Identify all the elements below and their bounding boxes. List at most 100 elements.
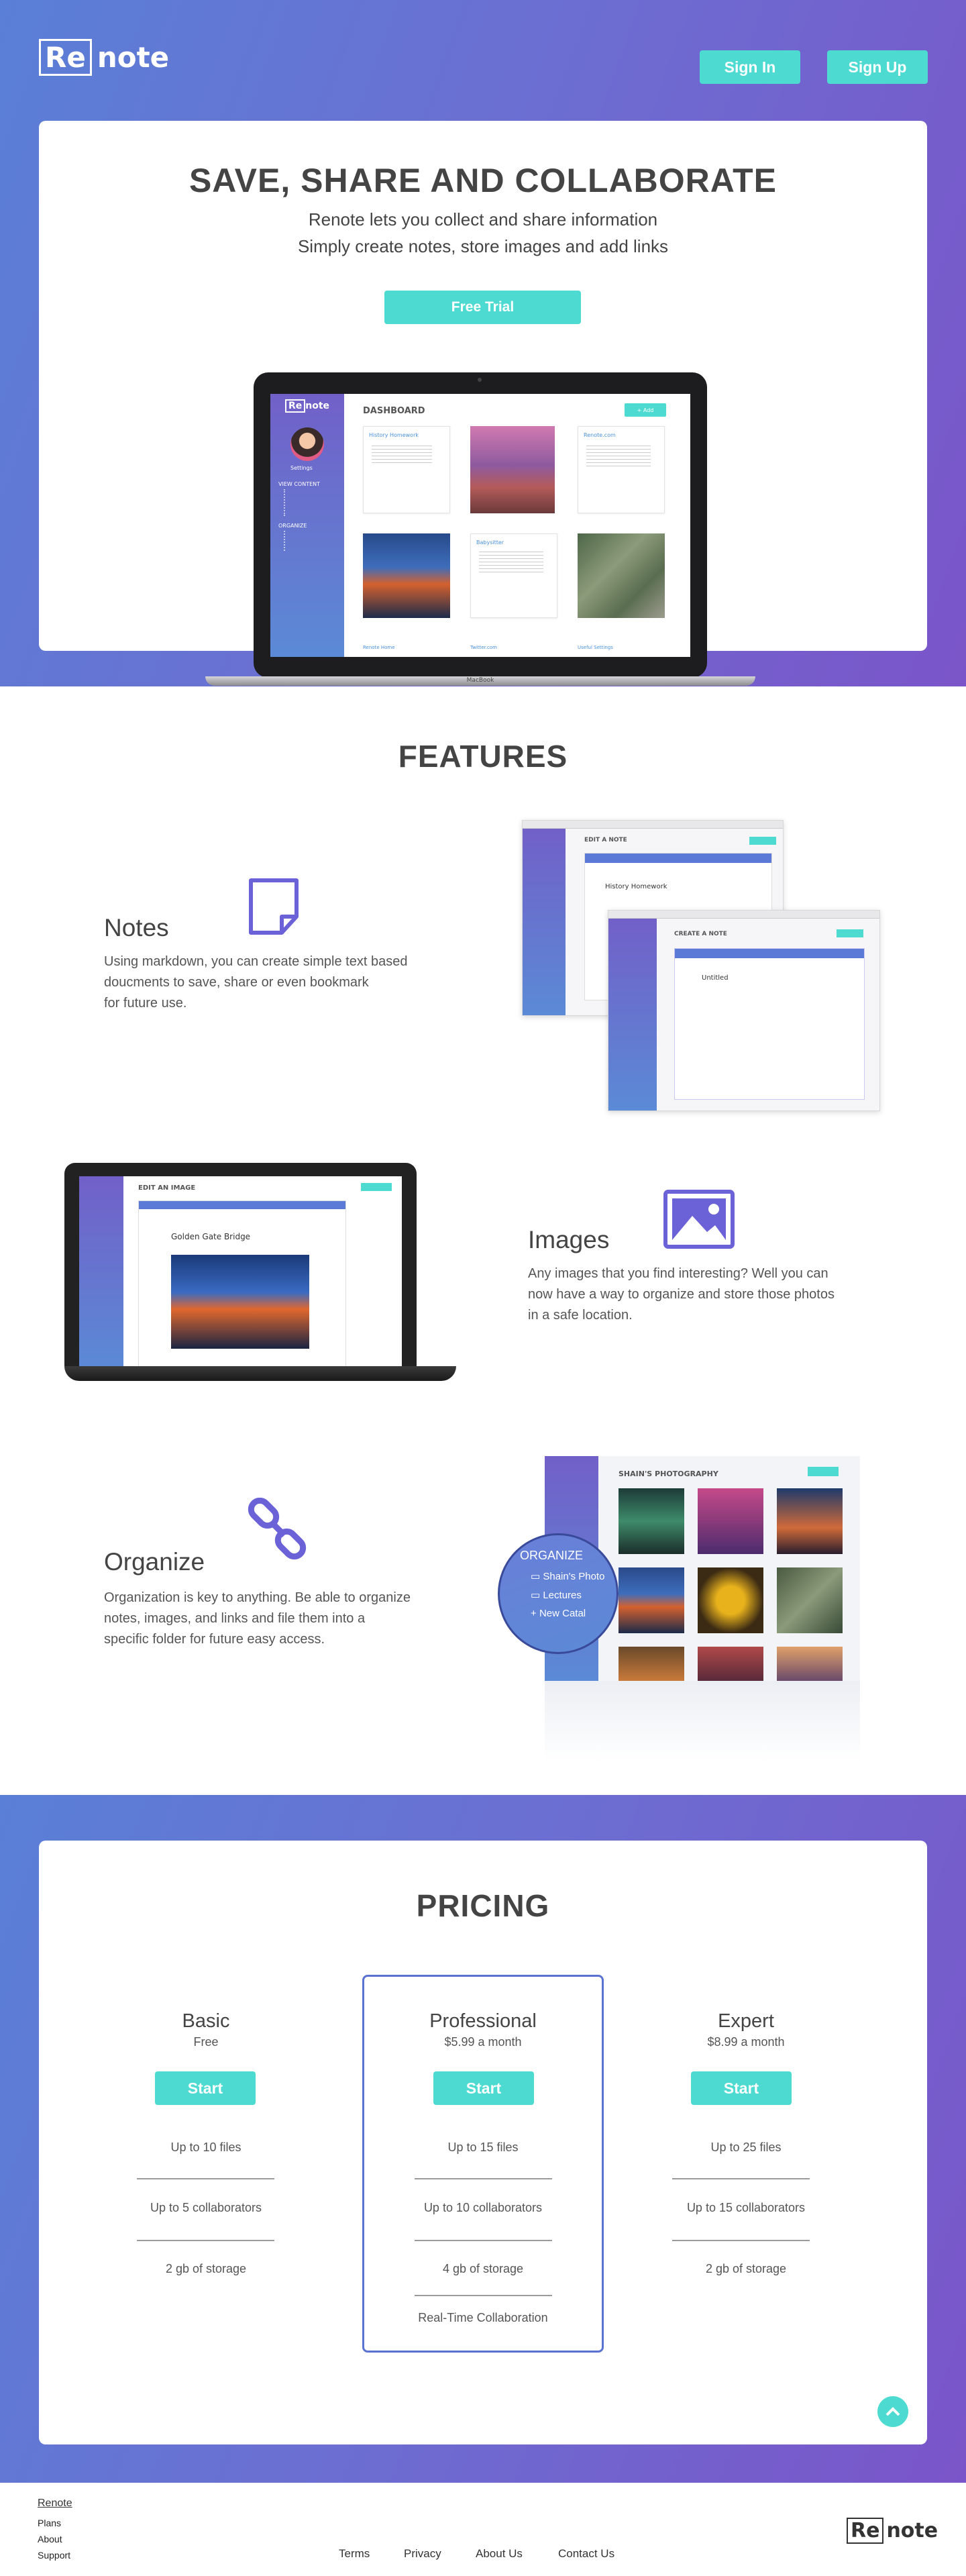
professional-start-button[interactable]: Start — [433, 2071, 534, 2105]
browser-bar — [608, 911, 879, 919]
footer-support[interactable]: Support — [38, 2550, 70, 2561]
images-text-2: now have a way to organize and store tho… — [528, 1287, 835, 1302]
zoom-item-lectures[interactable]: ▭ Lectures — [531, 1589, 582, 1601]
edit-image-screen: EDIT AN IMAGE Golden Gate Bridge — [79, 1176, 402, 1370]
expert-plan-price: $8.99 a month — [707, 2035, 785, 2049]
images-text-1: Any images that you find interesting? We… — [528, 1266, 828, 1281]
create-note-title: CREATE A NOTE — [674, 931, 727, 937]
zoom-item-photos[interactable]: ▭ Shain's Photo — [531, 1570, 604, 1582]
screenshot-sidebar — [79, 1176, 123, 1370]
babysitter-card-title: Babysitter — [476, 539, 504, 546]
photo-thumb[interactable] — [698, 1567, 763, 1633]
link-twitter[interactable]: Twitter.com — [470, 645, 497, 650]
save-button[interactable] — [749, 837, 776, 845]
editor-field[interactable]: History Homework — [605, 883, 667, 890]
edit-image-title: EDIT AN IMAGE — [138, 1184, 196, 1192]
pricing-title: PRICING — [416, 1888, 550, 1923]
avatar[interactable] — [290, 427, 324, 461]
scroll-top-button[interactable] — [877, 2396, 908, 2427]
editor-field[interactable]: Untitled — [702, 974, 729, 982]
hero-line-2: Simply create notes, store images and ad… — [297, 236, 669, 256]
dashboard-sidebar: Re note Settings VIEW CONTENT ORGANIZE — [270, 394, 344, 657]
sign-up-button[interactable]: Sign Up — [827, 50, 928, 84]
image-editor[interactable]: Golden Gate Bridge — [138, 1200, 346, 1370]
footer-about-us[interactable]: About Us — [476, 2547, 523, 2561]
note-editor[interactable]: Untitled — [674, 948, 865, 1100]
dashboard-title: DASHBOARD — [363, 406, 425, 416]
footer-plans[interactable]: Plans — [38, 2518, 61, 2528]
laptop-base: MacBook — [205, 676, 755, 686]
footer-contact-us[interactable]: Contact Us — [558, 2547, 614, 2561]
save-button[interactable] — [837, 929, 863, 937]
canyon-image[interactable] — [470, 426, 555, 513]
basic-start-button[interactable]: Start — [155, 2071, 256, 2105]
reflection — [545, 1681, 860, 1761]
organize-text-3: specific folder for future easy access. — [104, 1632, 325, 1647]
link-card[interactable]: Renote.com — [578, 426, 665, 513]
bridge-image[interactable] — [363, 533, 450, 618]
logo[interactable]: Re note — [39, 39, 169, 76]
sign-in-button[interactable]: Sign In — [700, 50, 800, 84]
add-button[interactable] — [808, 1467, 839, 1476]
zoom-title: ORGANIZE — [520, 1549, 584, 1562]
zoom-item-new[interactable]: + New Catal — [531, 1608, 586, 1619]
notes-text-1: Using markdown, you can create simple te… — [104, 954, 408, 969]
settings-link[interactable]: Settings — [290, 465, 313, 471]
note-card-text — [372, 443, 432, 463]
professional-feature: Real-Time Collaboration — [418, 2311, 548, 2324]
note-card-title: History Homework — [369, 432, 419, 438]
babysitter-card[interactable]: Babysitter — [470, 533, 557, 618]
photo-thumb[interactable] — [777, 1488, 843, 1554]
link-renote-home[interactable]: Renote Home — [363, 645, 395, 650]
image-icon — [663, 1189, 735, 1249]
chevron-up-icon — [885, 2407, 900, 2416]
divider — [137, 2178, 274, 2179]
footer-logo-re: Re — [847, 2518, 884, 2544]
screenshot-sidebar — [523, 829, 566, 1015]
link-icon — [246, 1497, 311, 1562]
footer-brand[interactable]: Renote — [38, 2497, 72, 2510]
link-card-text — [586, 443, 651, 467]
footer-privacy[interactable]: Privacy — [404, 2547, 441, 2561]
footer-about[interactable]: About — [38, 2534, 62, 2544]
camera-icon — [478, 378, 482, 382]
photo-thumb[interactable] — [698, 1488, 763, 1554]
photo-thumb[interactable] — [619, 1488, 684, 1554]
expert-feature: Up to 15 collaborators — [686, 2201, 806, 2214]
view-content-list[interactable] — [284, 489, 324, 516]
photo-thumb[interactable] — [777, 1647, 843, 1681]
images-text-3: in a safe location. — [528, 1308, 633, 1323]
basic-feature: Up to 5 collaborators — [150, 2201, 262, 2214]
divider — [415, 2178, 552, 2179]
edit-note-title: EDIT A NOTE — [584, 837, 627, 843]
photo-thumb[interactable] — [777, 1567, 843, 1633]
link-card-title: Renote.com — [584, 432, 616, 438]
notes-text-3: for future use. — [104, 996, 187, 1011]
laptop-screen: Re note Settings VIEW CONTENT ORGANIZE DA… — [254, 372, 707, 678]
sidebar-logo: Re note — [285, 399, 329, 413]
free-trial-button[interactable]: Free Trial — [384, 291, 581, 324]
organize-text-1: Organization is key to anything. Be able… — [104, 1590, 411, 1605]
save-button[interactable] — [361, 1183, 392, 1191]
photo-thumb[interactable] — [619, 1647, 684, 1681]
image-title-field[interactable]: Golden Gate Bridge — [171, 1232, 250, 1241]
note-card[interactable]: History Homework — [363, 426, 450, 513]
basic-plan-name: Basic — [182, 2010, 230, 2032]
photo-thumb[interactable] — [619, 1567, 684, 1633]
editor-toolbar — [139, 1201, 345, 1209]
babysitter-card-text — [479, 549, 543, 573]
divider — [672, 2240, 810, 2241]
photo-thumb[interactable] — [698, 1647, 763, 1681]
laptop-label: MacBook — [466, 677, 494, 684]
dashboard-screen: Re note Settings VIEW CONTENT ORGANIZE DA… — [270, 394, 690, 657]
footer-logo[interactable]: Re note — [847, 2518, 938, 2544]
organize-list[interactable] — [284, 531, 324, 551]
folder-title: SHAIN'S PHOTOGRAPHY — [619, 1470, 718, 1478]
link-settings[interactable]: Useful Settings — [578, 645, 613, 650]
add-button[interactable]: + Add — [625, 403, 666, 417]
expert-start-button[interactable]: Start — [691, 2071, 792, 2105]
footer-terms[interactable]: Terms — [339, 2547, 370, 2561]
logo-note: note — [97, 41, 170, 74]
aerial-image[interactable] — [578, 533, 665, 618]
laptop-base — [64, 1366, 456, 1381]
